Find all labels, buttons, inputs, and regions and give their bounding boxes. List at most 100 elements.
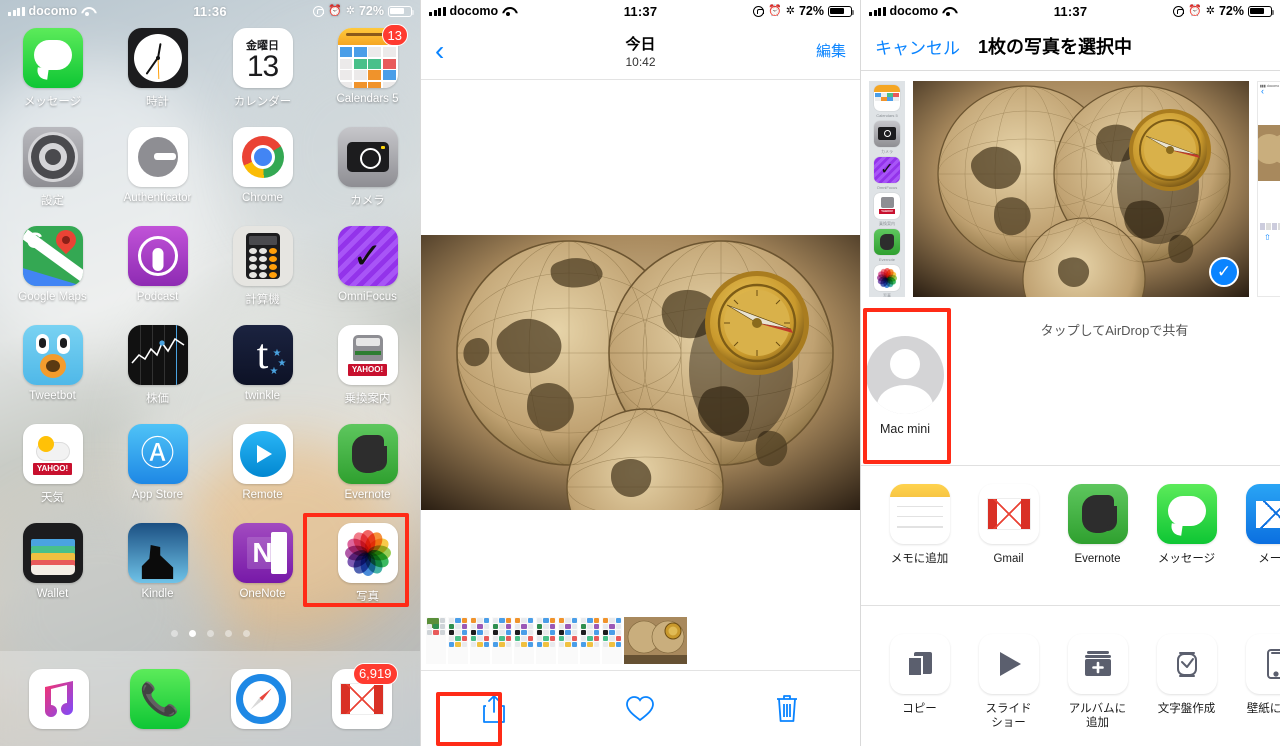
app-icon-camera[interactable]: カメラ [315, 127, 420, 226]
app-icon-norikae-annai[interactable]: YAHOO! 乗換案内 [315, 325, 420, 424]
delete-button[interactable] [714, 694, 860, 723]
bluetooth-icon: ✲ [785, 4, 795, 17]
dock-icon-gmail[interactable]: 6,919 [318, 662, 406, 729]
app-icon-settings[interactable]: 設定 [0, 127, 105, 226]
app-icon-messages[interactable]: メッセージ [0, 28, 105, 127]
selected-photo[interactable]: ✓ [913, 80, 1249, 297]
app-icon-calendar[interactable]: 金曜日 13 カレンダー [210, 28, 315, 127]
previous-screenshot-thumbnail[interactable]: Calendars 5 カメラ ✓ OmniFocus YAHOO! 乗換案内 … [869, 80, 905, 297]
app-icon-google-maps[interactable]: G Google Maps [0, 226, 105, 325]
app-label: 設定 [41, 195, 64, 207]
thumb-label: OmniFocus [876, 184, 898, 190]
thumb-label: Calendars 5 [876, 112, 898, 118]
app-icon-photos[interactable]: 写真 [315, 523, 420, 622]
app-icon-calendars5[interactable]: 13 Calendars 5 [315, 24, 420, 127]
three-panel-tutorial-screenshot: docomo 11:36 ⏰ ✲ 72% メッセージ 時計 金曜日 13 カレン… [0, 0, 1280, 746]
thumbnail-item[interactable] [580, 616, 600, 664]
photo-thumbnail-strip[interactable] [421, 614, 860, 666]
thumbnail-item[interactable] [536, 616, 556, 664]
app-icon-twinkle[interactable]: t ★ ★ ★ twinkle [210, 325, 315, 424]
notes-icon [889, 484, 950, 544]
share-target-gmail[interactable]: Gmail [964, 484, 1053, 566]
thumbnail-item[interactable] [558, 616, 578, 664]
dock: 📞 6,919 [0, 651, 420, 746]
share-action-slideshow[interactable]: スライド ショー [964, 634, 1053, 731]
thumbnail-item[interactable] [470, 616, 490, 664]
photo-toolbar [421, 670, 860, 746]
share-target-notes[interactable]: メモに追加 [875, 484, 964, 566]
copy-icon [889, 634, 950, 694]
share-action-label: 文字盤作成 [1157, 703, 1216, 715]
app-icon-evernote[interactable]: Evernote [315, 424, 420, 523]
share-button[interactable] [421, 694, 567, 724]
app-icon-calculator[interactable]: 計算機 [210, 226, 315, 325]
app-label: twinkle [244, 390, 281, 402]
app-icon-tweetbot[interactable]: Tweetbot [0, 325, 105, 424]
app-store-icon: Ⓐ [127, 424, 188, 484]
app-icon-kindle[interactable]: Kindle [105, 523, 210, 622]
app-icon-onenote[interactable]: N OneNote [210, 523, 315, 622]
thumbnail-item[interactable] [448, 616, 468, 664]
app-icon-remote[interactable]: Remote [210, 424, 315, 523]
app-icon-wallet[interactable]: Wallet [0, 523, 105, 622]
app-row: G Google Maps Podcast 計算機 ✓ OmniFocus [0, 226, 420, 325]
app-label: カメラ [350, 195, 385, 207]
app-label: 計算機 [245, 294, 280, 306]
app-icon-clock[interactable]: 時計 [105, 28, 210, 127]
app-label: Wallet [36, 588, 69, 600]
app-label: Evernote [344, 489, 391, 501]
app-icon-stocks[interactable]: 株価 [105, 325, 210, 424]
thumbnail-item[interactable] [426, 616, 446, 664]
app-icon-yahoo-weather[interactable]: YAHOO! 天気 [0, 424, 105, 523]
gmail-icon [978, 484, 1039, 544]
share-action-set-wallpaper[interactable]: 壁紙に設定 [1231, 634, 1280, 716]
share-target-mail[interactable]: メール [1231, 484, 1280, 566]
share-apps-row[interactable]: メモに追加 Gmail Evernote メッセージ メール [861, 466, 1280, 606]
app-icon-app-store[interactable]: Ⓐ App Store [105, 424, 210, 523]
cancel-button[interactable]: キャンセル [875, 34, 960, 59]
app-label: OneNote [239, 588, 286, 600]
dock-icon-music[interactable] [15, 668, 103, 729]
dock-icon-safari[interactable] [217, 668, 305, 729]
photo-main-image[interactable] [421, 235, 860, 510]
app-grid: メッセージ 時計 金曜日 13 カレンダー 13 Calendars 5 設定 … [0, 22, 420, 637]
share-target-messages[interactable]: メッセージ [1142, 484, 1231, 566]
thumbnail-item-selected[interactable] [624, 616, 687, 664]
page-indicator[interactable] [0, 630, 420, 637]
app-label: 天気 [41, 492, 64, 504]
app-icon-authenticator[interactable]: Authenticator [105, 127, 210, 226]
app-icon-omnifocus[interactable]: ✓ OmniFocus [315, 226, 420, 325]
wallpaper-icon [1245, 634, 1280, 694]
thumbnail-item[interactable] [492, 616, 512, 664]
share-actions-row[interactable]: コピー スライド ショー アルバムに 追加 文字盤作成 壁紙 [861, 606, 1280, 731]
app-label: 乗換案内 [344, 393, 391, 405]
thumbnail-item[interactable] [514, 616, 534, 664]
app-label: カレンダー [233, 96, 292, 108]
share-target-evernote[interactable]: Evernote [1053, 484, 1142, 566]
share-action-add-to-album[interactable]: アルバムに 追加 [1053, 634, 1142, 731]
evernote-icon [337, 424, 398, 484]
navigation-bar: ‹ 今日 10:42 編集 [421, 22, 860, 80]
app-label: Remote [242, 489, 283, 501]
app-label: App Store [131, 489, 184, 501]
app-label: 時計 [146, 96, 169, 108]
app-label: メッセージ [23, 96, 82, 108]
app-icon-podcasts[interactable]: Podcast [105, 226, 210, 325]
share-action-copy[interactable]: コピー [875, 634, 964, 716]
airdrop-section: Mac mini タップしてAirDropで共有 [861, 306, 1280, 466]
favorite-button[interactable] [567, 695, 713, 722]
share-target-label: メッセージ [1157, 553, 1216, 565]
next-screenshot-peek[interactable]: ▮▮▮ docomo ‹ ⇧ [1257, 80, 1280, 297]
onenote-icon: N [232, 523, 293, 583]
evernote-icon [874, 228, 900, 255]
app-label: OmniFocus [338, 291, 397, 303]
app-icon-chrome[interactable]: Chrome [210, 127, 315, 226]
dock-icon-phone[interactable]: 📞 [116, 668, 204, 729]
airdrop-device-mac-mini[interactable]: Mac mini [861, 306, 949, 465]
app-label: Tweetbot [29, 390, 76, 402]
app-row: Tweetbot 株価 t ★ ★ ★ twinkle YAHOO! 乗換案内 [0, 325, 420, 424]
share-action-create-watch-face[interactable]: 文字盤作成 [1142, 634, 1231, 716]
selected-photos-carousel[interactable]: Calendars 5 カメラ ✓ OmniFocus YAHOO! 乗換案内 … [861, 71, 1280, 306]
thumbnail-item[interactable] [602, 616, 622, 664]
clock-icon [127, 28, 188, 88]
